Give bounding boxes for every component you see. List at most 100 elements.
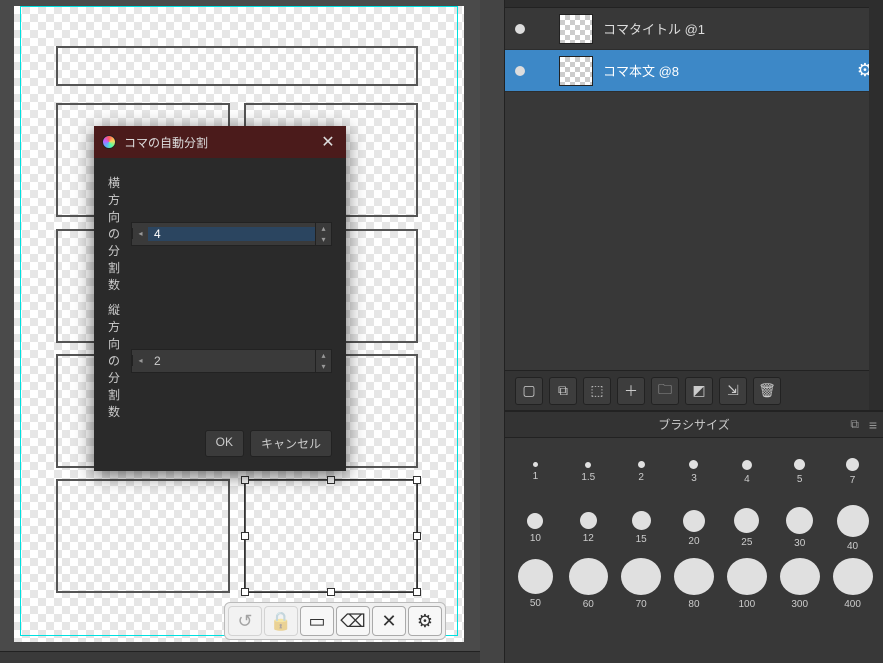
brush-size-cell[interactable]: 50 <box>511 558 560 610</box>
brush-panel-header[interactable]: ブラシサイズ ⧉ ≡ <box>505 412 883 438</box>
cols-spinner[interactable]: ◂ ▴▾ <box>131 349 332 373</box>
dialog-titlebar[interactable]: コマの自動分割 ✕ <box>94 126 346 158</box>
panel-frame[interactable] <box>56 479 230 593</box>
panel-header-frame[interactable] <box>56 46 418 86</box>
brush-size-cell[interactable]: 70 <box>617 558 666 610</box>
brush-dot-icon <box>786 507 813 534</box>
layers-tabs[interactable] <box>505 0 883 8</box>
chevron-down-icon[interactable]: ▾ <box>315 361 331 372</box>
brush-size-cell[interactable]: 80 <box>670 558 719 610</box>
panel-menu-icon[interactable]: ≡ <box>869 417 877 433</box>
brush-size-cell[interactable]: 25 <box>722 502 771 554</box>
rows-label: 横方向の分割数 <box>108 174 125 293</box>
trash-icon[interactable]: 🗑 <box>753 377 781 405</box>
gutter <box>480 0 504 663</box>
visibility-toggle-icon[interactable] <box>515 66 525 76</box>
brush-dot-icon <box>674 558 714 595</box>
brush-size-cell[interactable]: 4 <box>722 446 771 498</box>
brush-dot-icon <box>580 512 597 529</box>
ok-button[interactable]: OK <box>205 430 244 457</box>
close-icon[interactable]: ✕ <box>318 132 338 152</box>
folder-icon[interactable]: 🗀 <box>651 377 679 405</box>
chevron-up-icon[interactable]: ▴ <box>315 350 331 361</box>
chevron-up-icon[interactable]: ▴ <box>315 223 331 234</box>
layer-row[interactable]: コマ本文 @8 ⚙ <box>505 50 883 92</box>
brush-size-label: 30 <box>794 538 805 549</box>
resize-handle[interactable] <box>327 476 335 484</box>
brush-size-cell[interactable]: 10 <box>511 502 560 554</box>
resize-handle[interactable] <box>413 476 421 484</box>
brush-size-cell[interactable]: 15 <box>617 502 666 554</box>
layer-thumbnail[interactable] <box>559 56 593 86</box>
delete-icon[interactable]: ✕ <box>372 606 406 636</box>
new-file-icon[interactable]: ⬚ <box>583 377 611 405</box>
brush-size-label: 20 <box>688 536 699 547</box>
brush-size-cell[interactable]: 7 <box>828 446 877 498</box>
layer-name[interactable]: コマタイトル @1 <box>603 19 873 38</box>
brush-size-cell[interactable]: 12 <box>564 502 613 554</box>
resize-handle[interactable] <box>241 588 249 596</box>
layers-vscroll[interactable] <box>869 0 883 410</box>
brush-size-label: 60 <box>583 599 594 610</box>
brush-size-cell[interactable]: 3 <box>670 446 719 498</box>
brush-panel-title: ブラシサイズ <box>658 416 729 433</box>
brush-size-cell[interactable]: 1 <box>511 446 560 498</box>
panel-selection[interactable] <box>244 479 418 593</box>
app-logo-icon <box>102 135 116 149</box>
brush-size-cell[interactable]: 30 <box>775 502 824 554</box>
undo-icon[interactable]: ↺ <box>228 606 262 636</box>
erase-icon[interactable]: ⌫ <box>336 606 370 636</box>
mask-icon[interactable]: ◩ <box>685 377 713 405</box>
resize-handle[interactable] <box>327 588 335 596</box>
brush-size-label: 25 <box>741 537 752 548</box>
resize-handle[interactable] <box>413 588 421 596</box>
new-layer-icon[interactable]: ▢ <box>515 377 543 405</box>
resize-handle[interactable] <box>413 532 421 540</box>
cols-input[interactable] <box>148 354 315 368</box>
brush-size-cell[interactable]: 100 <box>722 558 771 610</box>
dialog-title: コマの自動分割 <box>124 134 310 151</box>
canvas-hscroll[interactable] <box>0 651 480 663</box>
brush-size-cell[interactable]: 20 <box>670 502 719 554</box>
chevron-down-icon[interactable]: ▾ <box>315 234 331 245</box>
layer-name[interactable]: コマ本文 @8 <box>603 61 847 80</box>
brush-size-cell[interactable]: 2 <box>617 446 666 498</box>
layer-row[interactable]: コマタイトル @1 <box>505 8 883 50</box>
brush-dot-icon <box>585 462 591 468</box>
rows-spinner[interactable]: ◂ ▴▾ <box>131 222 332 246</box>
right-panels: コマタイトル @1 コマ本文 @8 ⚙ ▢ ⧉ ⬚ ＋ 🗀 ◩ ⇲ 🗑 ブラシサ… <box>504 0 883 663</box>
settings-icon[interactable]: ⚙ <box>408 606 442 636</box>
brush-dot-icon <box>833 558 873 595</box>
add-effect-icon[interactable]: ＋ <box>617 377 645 405</box>
popout-icon[interactable]: ⧉ <box>850 417 859 432</box>
brush-size-label: 40 <box>847 541 858 552</box>
duplicate-layer-icon[interactable]: ⧉ <box>549 377 577 405</box>
brush-dot-icon <box>621 558 661 595</box>
brush-size-label: 7 <box>850 475 856 486</box>
brush-size-cell[interactable]: 5 <box>775 446 824 498</box>
merge-icon[interactable]: ⇲ <box>719 377 747 405</box>
brush-size-label: 15 <box>636 534 647 545</box>
layer-thumbnail[interactable] <box>559 14 593 44</box>
lock-icon[interactable]: 🔒 <box>264 606 298 636</box>
brush-size-label: 5 <box>797 474 803 485</box>
brush-size-label: 400 <box>844 599 861 610</box>
brush-size-label: 4 <box>744 474 750 485</box>
chevron-left-icon[interactable]: ◂ <box>132 355 148 366</box>
brush-size-cell[interactable]: 60 <box>564 558 613 610</box>
brush-size-cell[interactable]: 1.5 <box>564 446 613 498</box>
brush-size-cell[interactable]: 40 <box>828 502 877 554</box>
chevron-left-icon[interactable]: ◂ <box>132 228 148 239</box>
cancel-button[interactable]: キャンセル <box>250 430 332 457</box>
brush-dot-icon <box>780 558 820 595</box>
visibility-toggle-icon[interactable] <box>515 24 525 34</box>
resize-handle[interactable] <box>241 532 249 540</box>
split-icon[interactable]: ▭ <box>300 606 334 636</box>
brush-size-label: 70 <box>636 599 647 610</box>
brush-dot-icon <box>518 559 553 594</box>
brush-size-cell[interactable]: 300 <box>775 558 824 610</box>
resize-handle[interactable] <box>241 476 249 484</box>
brush-dot-icon <box>727 558 767 595</box>
brush-size-cell[interactable]: 400 <box>828 558 877 610</box>
rows-input[interactable] <box>148 227 315 241</box>
